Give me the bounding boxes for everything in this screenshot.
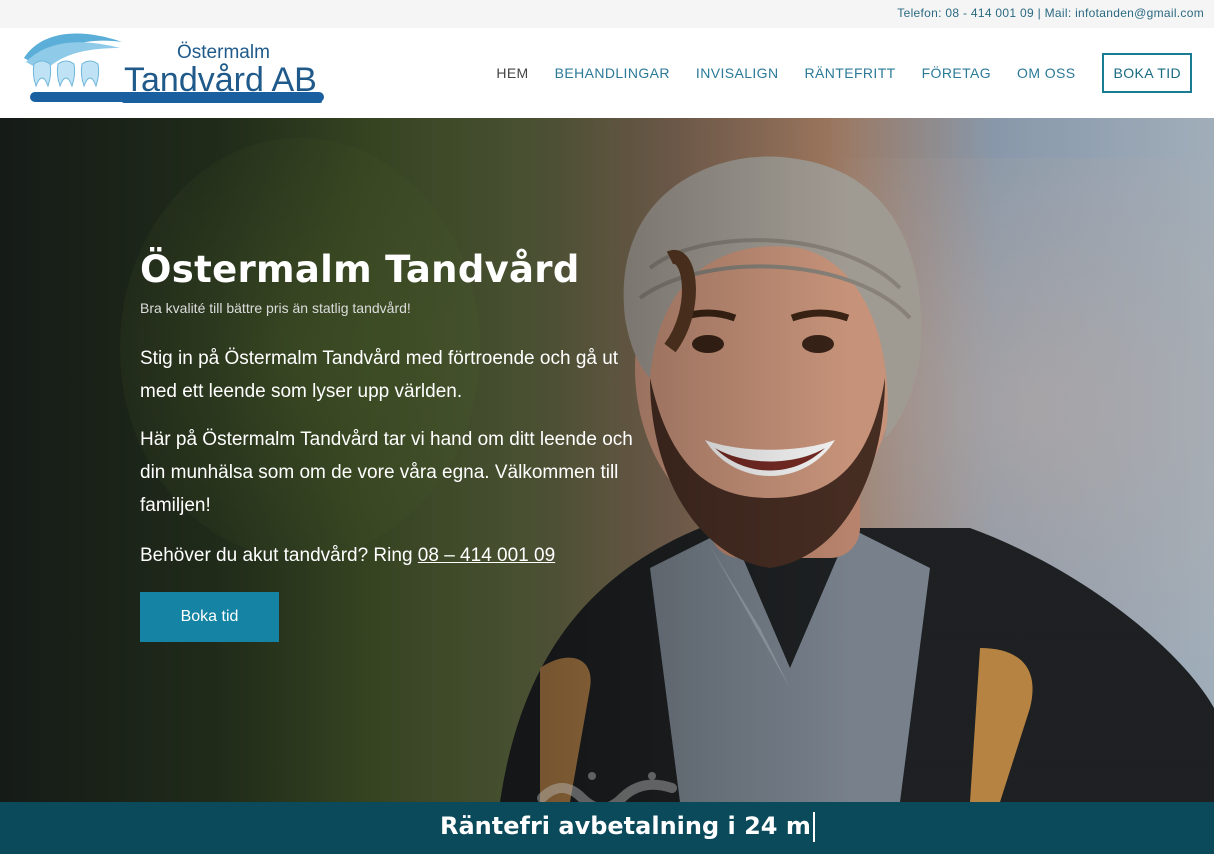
site-logo[interactable]: Östermalm Tandvård AB bbox=[22, 28, 327, 112]
logo-line-2: Tandvård AB bbox=[124, 61, 317, 99]
hero-tagline: Bra kvalité till bättre pris än statlig … bbox=[140, 300, 411, 316]
main-nav: HEM BEHANDLINGAR INVISALIGN RÄNTEFRITT F… bbox=[470, 53, 1192, 93]
hero-title: Östermalm Tandvård bbox=[140, 248, 580, 291]
nav-item-behandlingar[interactable]: BEHANDLINGAR bbox=[555, 65, 670, 81]
promo-text: Räntefri avbetalning i 24 m bbox=[440, 812, 811, 840]
nav-item-invisalign[interactable]: INVISALIGN bbox=[696, 65, 779, 81]
hero-paragraph-2: Här på Östermalm Tandvård tar vi hand om… bbox=[140, 429, 633, 516]
phone-link[interactable]: 08 – 414 001 09 bbox=[418, 545, 555, 566]
nav-item-hem[interactable]: HEM bbox=[496, 65, 528, 81]
nav-item-foretag[interactable]: FÖRETAG bbox=[922, 65, 991, 81]
contact-info: Telefon: 08 - 414 001 09 | Mail: infotan… bbox=[897, 6, 1204, 20]
hero-content: Östermalm Tandvård Bra kvalité till bätt… bbox=[140, 248, 640, 642]
hero-paragraph-1: Stig in på Östermalm Tandvård med förtro… bbox=[140, 348, 619, 402]
text-cursor bbox=[812, 812, 815, 842]
site-header: Östermalm Tandvård AB HEM BEHANDLINGAR I… bbox=[0, 28, 1214, 118]
top-bar: Telefon: 08 - 414 001 09 | Mail: infotan… bbox=[0, 0, 1214, 28]
nav-item-om-oss[interactable]: OM OSS bbox=[1017, 65, 1075, 81]
boka-tid-button[interactable]: Boka tid bbox=[140, 592, 279, 642]
hero-section: Östermalm Tandvård Bra kvalité till bätt… bbox=[0, 118, 1214, 802]
promo-banner: Räntefri avbetalning i 24 m bbox=[0, 802, 1214, 854]
boka-tid-nav-button[interactable]: BOKA TID bbox=[1102, 53, 1192, 93]
hero-emergency-line: Behöver du akut tandvård? Ring 08 – 414 … bbox=[140, 539, 640, 572]
emergency-text: Behöver du akut tandvård? Ring bbox=[140, 545, 418, 566]
promo-banner-text: Räntefri avbetalning i 24 m bbox=[440, 812, 815, 842]
nav-item-rantefritt[interactable]: RÄNTEFRITT bbox=[805, 65, 896, 81]
